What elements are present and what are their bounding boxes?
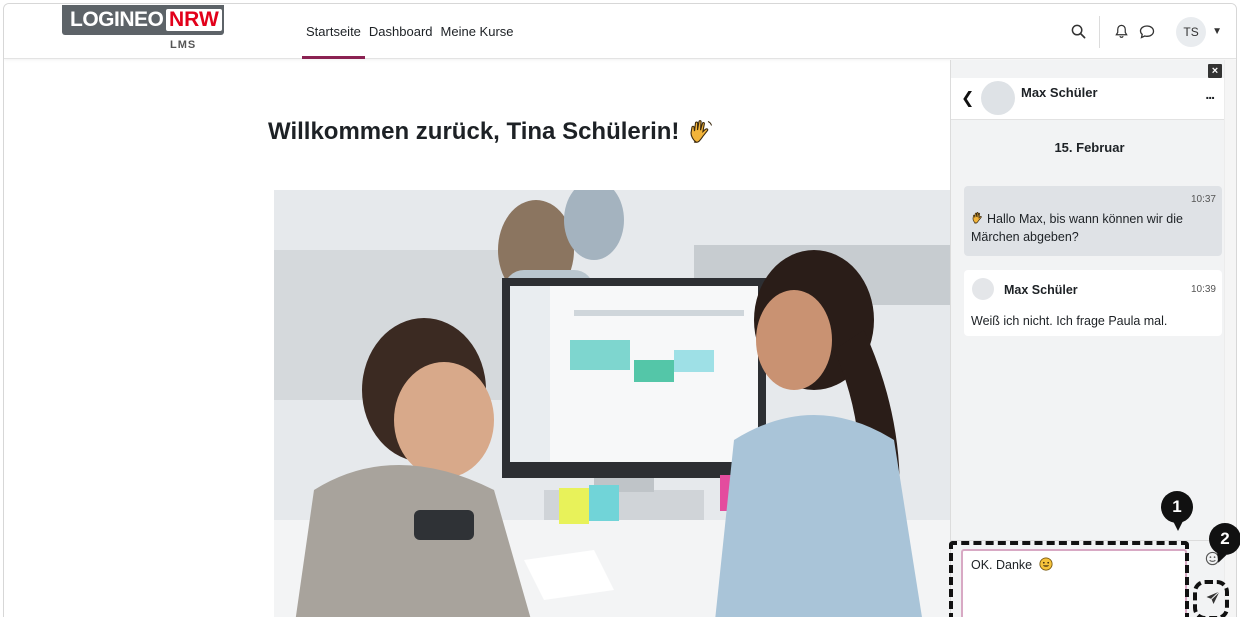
hero-photo <box>274 190 950 617</box>
top-navbar: LOGINEO NRW LMS Startseite Dashboard Mei… <box>4 4 1236 59</box>
callout-badge-1: 1 <box>1161 491 1193 531</box>
chat-bubble-icon[interactable] <box>1134 19 1160 45</box>
message-text: Hallo Max, bis wann können wir die Märch… <box>971 210 1217 246</box>
back-chevron-icon[interactable]: ❮ <box>961 88 974 108</box>
nav-dashboard[interactable]: Dashboard <box>365 4 437 59</box>
message-sender: Max Schüler <box>1004 283 1078 297</box>
nav-divider <box>1099 15 1101 48</box>
message-own: 10:37 Hallo Max, bis wann können wir die… <box>964 186 1222 256</box>
waving-hand-icon <box>690 120 713 143</box>
close-drawer-icon[interactable]: × <box>1208 64 1222 78</box>
nav-meine-kurse[interactable]: Meine Kurse <box>437 4 518 59</box>
nav-startseite[interactable]: Startseite <box>302 4 365 59</box>
message-text: Weiß ich nicht. Ich frage Paula mal. <box>971 314 1168 328</box>
nav-right: TS ▼ <box>1065 4 1222 59</box>
welcome-heading: Willkommen zurück, Tina Schülerin! <box>268 118 715 146</box>
more-options-icon[interactable]: ... <box>1205 86 1215 102</box>
contact-name[interactable]: Max Schüler <box>1021 85 1098 100</box>
logo-word: LOGINEO <box>70 8 164 31</box>
logo-sub: LMS <box>170 39 197 51</box>
bell-icon[interactable] <box>1108 19 1134 45</box>
conversation-header: ❮ Max Schüler ... <box>951 78 1228 120</box>
conversation-body: 15. Februar 10:37 Hallo Max, bis wann kö… <box>951 120 1228 540</box>
logo[interactable]: LOGINEO NRW LMS <box>62 5 224 55</box>
contact-avatar[interactable] <box>981 81 1015 115</box>
message-time: 10:39 <box>1190 284 1216 295</box>
browser-frame: LOGINEO NRW LMS Startseite Dashboard Mei… <box>3 3 1237 617</box>
logo-box: LOGINEO NRW <box>62 5 224 35</box>
sender-avatar <box>972 278 994 300</box>
chevron-down-icon[interactable]: ▼ <box>1212 26 1222 37</box>
welcome-text: Willkommen zurück, Tina Schülerin! <box>268 118 680 145</box>
primary-nav: Startseite Dashboard Meine Kurse <box>302 4 518 59</box>
main-content: Willkommen zurück, Tina Schülerin! <box>4 60 950 617</box>
waving-hand-emoji-icon <box>972 212 982 224</box>
message-own-text: Hallo Max, bis wann können wir die Märch… <box>971 212 1183 244</box>
search-icon[interactable] <box>1065 19 1091 45</box>
message-other: Max Schüler 10:39 Weiß ich nicht. Ich fr… <box>964 270 1222 336</box>
callout-badge-2: 2 <box>1209 523 1240 555</box>
messaging-drawer: × ❮ Max Schüler ... 15. Februar 10:37 Ha… <box>950 60 1228 617</box>
logo-accent: NRW <box>166 9 222 31</box>
message-time: 10:37 <box>1190 194 1216 205</box>
date-separator: 15. Februar <box>1054 140 1125 155</box>
user-avatar[interactable]: TS <box>1176 16 1207 47</box>
callout-frame-input <box>949 541 1189 617</box>
callout-frame-send <box>1193 580 1229 617</box>
